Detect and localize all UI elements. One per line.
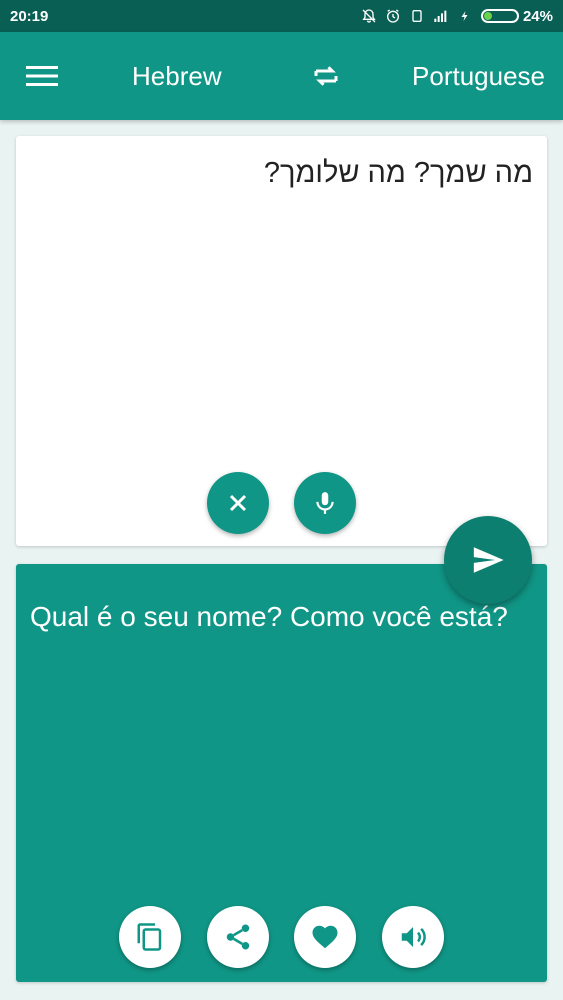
send-icon — [473, 547, 504, 573]
heart-icon — [312, 925, 338, 949]
charging-icon — [457, 8, 473, 24]
source-text-input[interactable]: מה שמך? מה שלומך? — [30, 154, 533, 192]
copy-icon — [137, 923, 162, 951]
mic-icon — [316, 492, 334, 514]
source-language-selector[interactable]: Hebrew — [132, 60, 222, 92]
target-language-selector[interactable]: Portuguese — [412, 60, 545, 92]
favorite-button[interactable] — [294, 906, 356, 968]
share-icon — [226, 924, 250, 950]
sim-icon — [409, 8, 425, 24]
alarm-icon — [385, 8, 401, 24]
speaker-icon — [401, 927, 426, 947]
menu-icon — [26, 66, 58, 86]
translated-text: Qual é o seu nome? Como você está? — [30, 601, 508, 632]
status-icons: 24% — [361, 8, 553, 25]
clear-button[interactable] — [207, 472, 269, 534]
menu-button[interactable] — [24, 58, 60, 94]
share-button[interactable] — [207, 906, 269, 968]
status-time: 20:19 — [10, 7, 49, 25]
battery-percent: 24% — [522, 7, 553, 25]
notifications-off-icon — [361, 8, 377, 24]
microphone-button[interactable] — [294, 472, 356, 534]
swap-languages-button[interactable] — [306, 56, 346, 96]
swap-icon — [314, 66, 338, 86]
status-bar: 20:19 24% — [0, 0, 563, 32]
battery-icon — [480, 9, 519, 23]
close-icon — [229, 494, 247, 512]
battery-indicator: 24% — [480, 7, 553, 25]
copy-button[interactable] — [119, 906, 181, 968]
translate-send-button[interactable] — [444, 516, 532, 604]
app-bar: Hebrew Portuguese — [0, 32, 563, 120]
input-card: מה שמך? מה שלומך? — [16, 136, 547, 546]
speak-button[interactable] — [382, 906, 444, 968]
signal-icon — [433, 8, 449, 24]
output-card: Qual é o seu nome? Como você está? — [16, 564, 547, 982]
